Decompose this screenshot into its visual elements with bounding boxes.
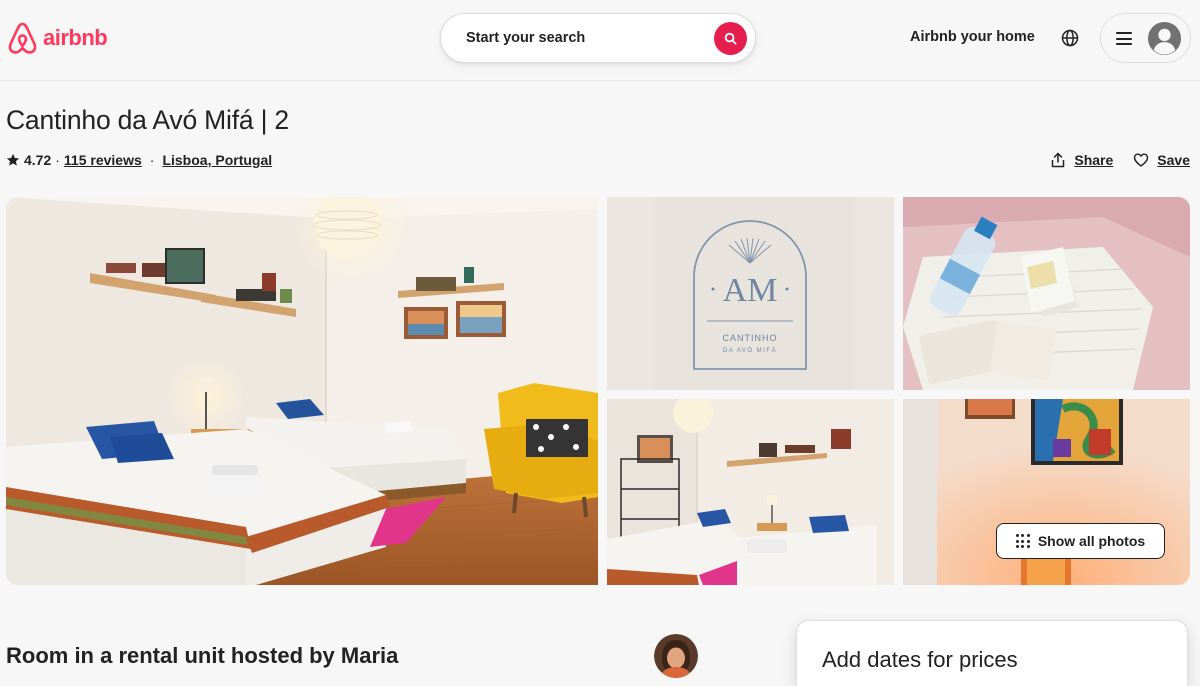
rating-value: 4.72 [24, 152, 52, 168]
separator: · [55, 152, 60, 168]
logo-monogram: AM [723, 272, 778, 309]
share-button[interactable]: Share [1050, 150, 1113, 170]
reviews-link[interactable]: 115 reviews [64, 152, 142, 168]
star-icon [6, 153, 20, 166]
search-label: Start your search [466, 30, 586, 46]
photo-second-view[interactable] [607, 399, 894, 585]
photo-main-bedroom[interactable] [6, 197, 598, 585]
separator: · [149, 152, 155, 168]
airbnb-logo-icon [8, 22, 37, 54]
share-label: Share [1074, 152, 1114, 168]
save-button[interactable]: Save [1133, 150, 1190, 170]
booking-card: Add dates for prices [796, 620, 1188, 686]
listing-title: Cantinho da Avó Mifá | 2 [6, 105, 289, 135]
search-icon [724, 32, 737, 45]
listing-subtitle: Room in a rental unit hosted by Maria [6, 643, 399, 668]
listing-actions: Share Save [1050, 150, 1190, 170]
airbnb-logo[interactable]: airbnb [6, 20, 108, 56]
search-button[interactable] [714, 22, 747, 55]
photo-brand-logo[interactable]: AM CANTINHO DA AVÓ MIFÁ [607, 197, 894, 390]
host-avatar[interactable] [654, 634, 698, 678]
user-avatar-icon [1148, 22, 1181, 55]
photo-amenities[interactable] [903, 197, 1190, 390]
language-button[interactable] [1059, 27, 1081, 49]
brand-name: airbnb [43, 25, 108, 50]
save-label: Save [1157, 152, 1190, 168]
show-all-photos-button[interactable]: Show all photos [996, 523, 1165, 559]
heart-icon [1134, 153, 1149, 167]
logo-line2: DA AVÓ MIFÁ [723, 347, 777, 354]
grid-dots-icon [1015, 534, 1030, 548]
globe-icon [1061, 29, 1079, 47]
location-link[interactable]: Lisboa, Portugal [162, 152, 272, 168]
top-header: airbnb Start your search Airbnb your hom… [0, 0, 1200, 81]
show-all-photos-label: Show all photos [1037, 533, 1146, 549]
menu-icon [1116, 32, 1132, 45]
user-menu-button[interactable] [1100, 13, 1191, 63]
search-bar[interactable]: Start your search [440, 13, 756, 63]
listing-meta: 4.72 · 115 reviews · Lisboa, Portugal [6, 150, 272, 170]
share-icon [1052, 152, 1065, 168]
logo-line1: CANTINHO [723, 333, 778, 343]
booking-card-title: Add dates for prices [822, 647, 1018, 672]
airbnb-your-home-link[interactable]: Airbnb your home [910, 29, 1035, 45]
